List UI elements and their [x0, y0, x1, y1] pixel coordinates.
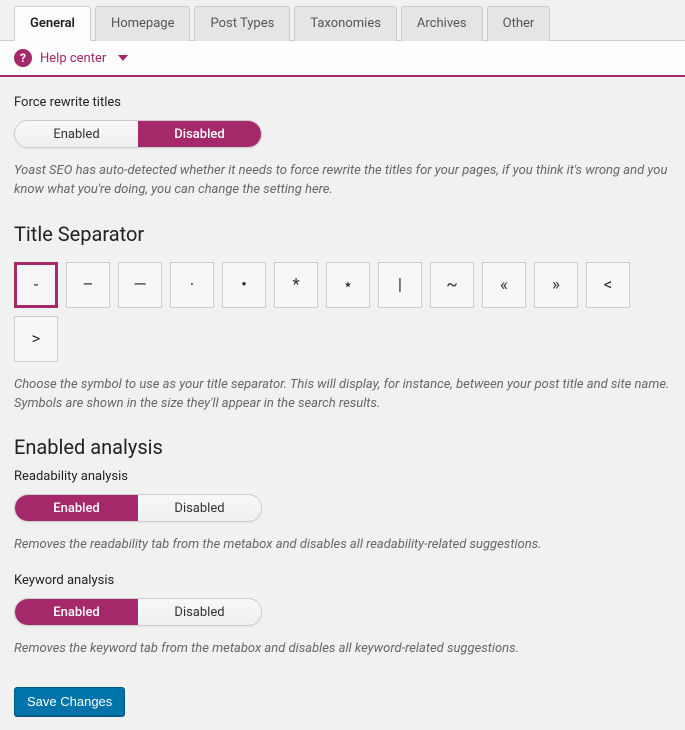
- tabs-bar: General Homepage Post Types Taxonomies A…: [0, 0, 685, 41]
- separator-btn-3[interactable]: ·: [170, 262, 214, 308]
- separator-btn-6[interactable]: ⋆: [326, 262, 370, 308]
- force-rewrite-enabled[interactable]: Enabled: [15, 121, 138, 147]
- separator-hint: Choose the symbol to use as your title s…: [14, 376, 671, 414]
- keyword-hint: Removes the keyword tab from the metabox…: [14, 640, 671, 659]
- force-rewrite-disabled[interactable]: Disabled: [138, 121, 261, 147]
- force-rewrite-hint: Yoast SEO has auto-detected whether it n…: [14, 162, 671, 200]
- tab-archives[interactable]: Archives: [401, 6, 483, 41]
- question-icon: ?: [14, 49, 32, 67]
- title-separator-heading: Title Separator: [14, 222, 671, 246]
- keyword-enabled[interactable]: Enabled: [15, 599, 138, 625]
- separator-btn-10[interactable]: »: [534, 262, 578, 308]
- help-center-row[interactable]: ? Help center: [0, 41, 685, 77]
- separator-btn-1[interactable]: –: [66, 262, 110, 308]
- readability-label: Readability analysis: [14, 469, 671, 484]
- separator-btn-11[interactable]: <: [586, 262, 630, 308]
- help-center-label: Help center: [40, 51, 106, 66]
- force-rewrite-label: Force rewrite titles: [14, 95, 671, 110]
- force-rewrite-toggle: Enabled Disabled: [14, 120, 262, 148]
- separator-btn-9[interactable]: «: [482, 262, 526, 308]
- keyword-label: Keyword analysis: [14, 573, 671, 588]
- separator-options: - – — · • * ⋆ | ~ « » < >: [14, 262, 671, 362]
- enabled-analysis-heading: Enabled analysis: [14, 435, 671, 459]
- readability-hint: Removes the readability tab from the met…: [14, 536, 671, 555]
- separator-btn-2[interactable]: —: [118, 262, 162, 308]
- chevron-down-icon: [118, 55, 128, 61]
- keyword-toggle: Enabled Disabled: [14, 598, 262, 626]
- tab-taxonomies[interactable]: Taxonomies: [294, 6, 397, 41]
- keyword-disabled[interactable]: Disabled: [138, 599, 261, 625]
- tab-post-types[interactable]: Post Types: [194, 6, 290, 41]
- separator-btn-4[interactable]: •: [222, 262, 266, 308]
- content-area: Force rewrite titles Enabled Disabled Yo…: [0, 77, 685, 730]
- tab-other[interactable]: Other: [487, 6, 551, 41]
- separator-btn-12[interactable]: >: [14, 316, 58, 362]
- readability-disabled[interactable]: Disabled: [138, 495, 261, 521]
- readability-toggle: Enabled Disabled: [14, 494, 262, 522]
- separator-btn-7[interactable]: |: [378, 262, 422, 308]
- save-changes-button[interactable]: Save Changes: [14, 687, 125, 716]
- readability-enabled[interactable]: Enabled: [15, 495, 138, 521]
- separator-btn-0[interactable]: -: [14, 262, 58, 308]
- separator-btn-8[interactable]: ~: [430, 262, 474, 308]
- tab-homepage[interactable]: Homepage: [95, 6, 191, 41]
- tab-general[interactable]: General: [14, 6, 91, 41]
- separator-btn-5[interactable]: *: [274, 262, 318, 308]
